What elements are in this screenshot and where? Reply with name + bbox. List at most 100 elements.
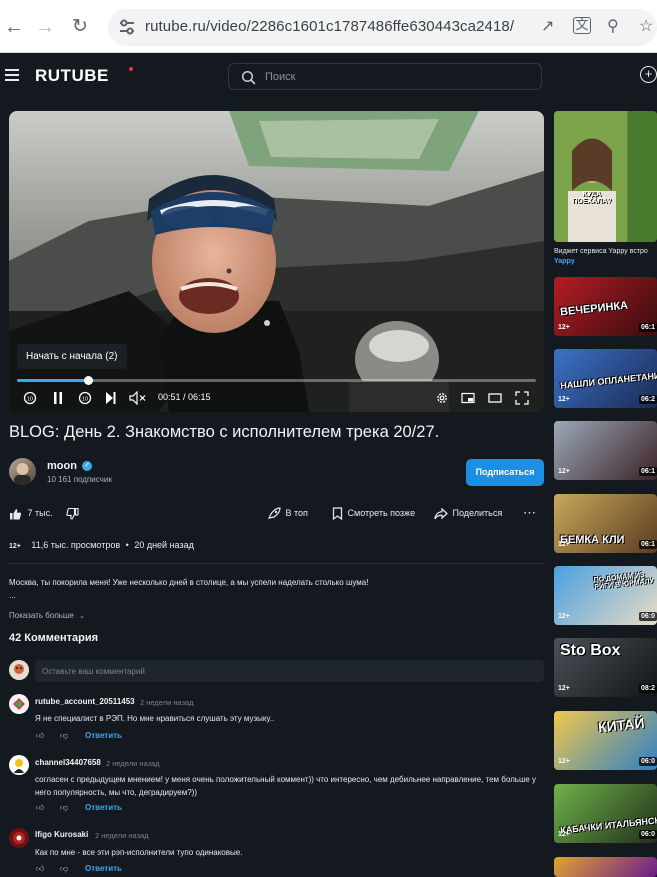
sidebar-video-duration: 06:0 [638, 612, 657, 621]
comment-author[interactable]: Ifigo Kurosaki [35, 830, 88, 839]
comment-reply-button[interactable]: Ответить [85, 864, 122, 873]
pause-icon[interactable] [52, 391, 64, 408]
comment-author[interactable]: rutube_account_20511453 [35, 697, 135, 706]
comment-avatar[interactable] [9, 755, 29, 775]
divider [9, 563, 544, 564]
address-bar[interactable]: rutube.ru/video/2286c1601c1787486ffe6304… [108, 9, 657, 46]
sidebar-video[interactable]: ПО ДОМАМ ИЗ РИГИ В ЮРМАЛУ 12+ 06:0 [554, 566, 657, 625]
sidebar-video[interactable]: НАШЛИ ОПЛАНЕТАНИНА 12+ 06:2 [554, 349, 657, 408]
verified-icon: ✓ [82, 461, 92, 471]
channel-avatar[interactable] [9, 458, 36, 485]
show-more-link[interactable]: Показать больше ⌄ [9, 611, 85, 620]
dislike-icon [66, 507, 79, 520]
comment-like-icon[interactable]: 👍︎ [36, 803, 44, 813]
chevron-down-icon: ⌄ [79, 613, 85, 620]
sidebar-video-age: 12+ [558, 468, 570, 475]
comment-author[interactable]: channel34407658 [35, 758, 101, 767]
mute-icon[interactable] [129, 390, 147, 408]
subscribe-button[interactable]: Подписаться [466, 459, 544, 486]
comment-avatar[interactable] [9, 828, 29, 848]
rutube-logo[interactable]: RUTUBE [35, 66, 109, 86]
fullscreen-icon[interactable] [515, 391, 529, 408]
bookmark-icon [332, 507, 343, 521]
url-text[interactable]: rutube.ru/video/2286c1601c1787486ffe6304… [145, 18, 514, 35]
player-tooltip: Начать с начала (2) [17, 344, 127, 369]
current-user-avatar [9, 660, 29, 680]
sidebar-video-age: 12+ [558, 541, 570, 548]
back-icon[interactable]: ← [4, 14, 24, 40]
dislike-button[interactable] [66, 507, 79, 520]
comment-input[interactable] [35, 660, 544, 682]
open-external-icon[interactable]: ↗ [541, 17, 554, 37]
theater-icon[interactable] [488, 391, 502, 408]
video-title: BLOG: День 2. Знакомство с исполнителем … [9, 423, 440, 441]
widget-source[interactable]: Yappy [554, 258, 575, 265]
search-input[interactable] [265, 68, 525, 86]
share-icon [434, 507, 448, 519]
sidebar-video-duration: 08:2 [638, 684, 657, 693]
sidebar-video-duration: 06:1 [638, 323, 657, 332]
upload-icon[interactable]: + [640, 66, 657, 83]
forward-icon[interactable]: → [35, 14, 55, 40]
reload-icon[interactable]: ↻ [72, 14, 88, 40]
sidebar-video-caption: НАШЛИ ОПЛАНЕТАНИНА [559, 369, 657, 391]
timecode: 00:51 / 06:15 [158, 392, 211, 402]
sidebar-video-duration: 06:0 [638, 757, 657, 766]
sidebar-video-caption: Sto Box [560, 642, 621, 659]
comment-like-icon[interactable]: 👍︎ [36, 731, 44, 741]
sidebar-video[interactable]: 12+ 06:1 [554, 421, 657, 480]
channel-name[interactable]: moon [47, 460, 77, 472]
next-icon[interactable] [105, 391, 117, 408]
watch-later-button[interactable]: Смотреть позже [332, 507, 415, 521]
comment-like-icon[interactable]: 👍︎ [36, 864, 44, 874]
rewind-10-icon[interactable]: 10 [23, 391, 37, 408]
comment-dislike-icon[interactable]: 👎︎ [60, 731, 68, 741]
like-button[interactable]: 7 тыс. [9, 507, 53, 520]
publish-date: 20 дней назад [134, 540, 194, 550]
sidebar-video[interactable]: КАБАЧКИ ИТАЛЬЯНСКИ 12+ 06:0 [554, 784, 657, 843]
menu-icon[interactable] [5, 69, 19, 81]
forward-10-icon[interactable]: 10 [78, 391, 92, 408]
translate-icon[interactable]: 文 [573, 17, 591, 34]
browser-toolbar: ← → ↻ rutube.ru/video/2286c1601c1787486f… [0, 0, 657, 53]
video-player[interactable]: Начать с начала (2) 10 10 00:51 / 06:15 [9, 111, 544, 412]
like-icon [10, 508, 22, 520]
comment-time: 2 недели назад [140, 698, 194, 707]
zoom-icon[interactable]: ⚲ [607, 17, 619, 37]
to-top-button[interactable]: В топ [267, 507, 308, 520]
progress-handle[interactable] [83, 376, 93, 385]
comment-reply-button[interactable]: Ответить [85, 731, 122, 740]
widget-overlay-text: КУДА ПОЕХАЛА? [572, 191, 612, 205]
description-ellipsis: ... [9, 591, 16, 600]
progress-fill [17, 379, 88, 382]
bookmark-star-icon[interactable]: ☆ [639, 17, 653, 37]
more-options-icon[interactable]: ⋯ [523, 506, 537, 519]
sidebar-video-age: 12+ [558, 831, 570, 838]
comment-dislike-icon[interactable]: 👎︎ [60, 803, 68, 813]
progress-bar[interactable] [17, 376, 536, 385]
comment-reply-button[interactable]: Ответить [85, 803, 122, 812]
search-box[interactable] [228, 63, 542, 90]
comment-avatar[interactable] [9, 694, 29, 714]
comment-dislike-icon[interactable]: 👎︎ [60, 864, 68, 874]
settings-icon[interactable] [435, 391, 449, 408]
rocket-icon [267, 507, 281, 519]
sidebar-video[interactable] [554, 857, 657, 877]
subscriber-count: 10 161 подписчик [47, 475, 112, 484]
comment-text: Как по мне - все эти рэп-исполнители туп… [35, 848, 243, 857]
svg-text:10: 10 [82, 397, 88, 403]
sidebar-video[interactable]: БЕМКА КЛИ 12+ 06:1 [554, 494, 657, 553]
to-top-label: В топ [285, 508, 308, 518]
widget-caption[interactable]: Виджет сервиса Yappy встро [554, 248, 657, 255]
search-icon [241, 70, 256, 85]
sidebar-video[interactable]: ВЕЧЕРИНКА 12+ 06:1 [554, 277, 657, 336]
sidebar-video-caption: ПО ДОМАМ ИЗ РИГИ В ЮРМАЛУ [593, 571, 655, 592]
site-settings-icon[interactable] [117, 17, 137, 37]
sidebar-video-age: 12+ [558, 685, 570, 692]
sidebar-video[interactable]: КИТАЙ 12+ 06:0 [554, 711, 657, 770]
sidebar-video[interactable]: Sto Box 12+ 08:2 [554, 638, 657, 697]
share-button[interactable]: Поделиться [434, 507, 502, 520]
mini-player-icon[interactable] [461, 391, 475, 408]
show-more-label: Показать больше [9, 611, 74, 620]
yappy-widget[interactable]: КУДА ПОЕХАЛА? [554, 111, 657, 242]
